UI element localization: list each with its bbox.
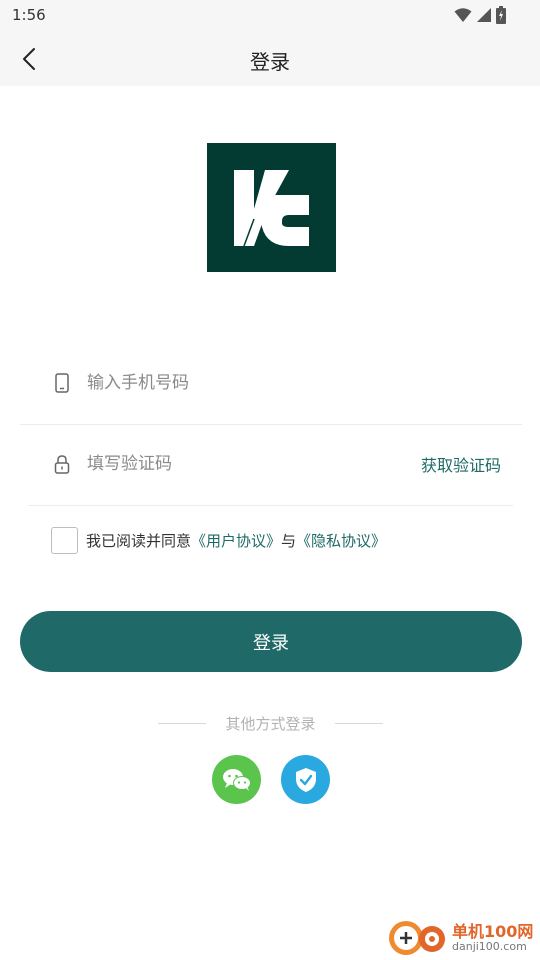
site-watermark: 单机100网 danji100.com xyxy=(386,916,536,958)
wechat-icon xyxy=(222,768,251,791)
other-login-label: 其他方式登录 xyxy=(225,714,316,733)
verification-code-input[interactable] xyxy=(87,449,387,479)
watermark-logo-icon xyxy=(389,921,445,955)
get-code-button[interactable]: 获取验证码 xyxy=(421,452,501,476)
status-time: 1:56 xyxy=(12,6,46,24)
wechat-login-button[interactable] xyxy=(212,755,261,804)
login-button[interactable]: 登录 xyxy=(20,611,522,672)
shield-login-button[interactable] xyxy=(281,755,330,804)
app-logo xyxy=(207,143,336,272)
status-bar: 1:56 xyxy=(0,0,540,32)
signal-icon xyxy=(477,8,491,22)
agreement-checkbox[interactable] xyxy=(51,527,78,554)
other-login-divider: 其他方式登录 xyxy=(158,712,383,734)
agreement-conjunction: 与 xyxy=(281,532,297,550)
divider-line-left xyxy=(158,722,206,724)
shield-check-icon xyxy=(295,767,316,792)
status-icons xyxy=(454,6,506,24)
battery-icon xyxy=(496,6,506,24)
wifi-icon xyxy=(454,8,472,22)
privacy-policy-link[interactable]: 《隐私协议》 xyxy=(296,530,386,551)
phone-icon xyxy=(55,373,69,393)
agreement-prefix: 我已阅读并同意 xyxy=(86,532,192,550)
page-title: 登录 xyxy=(250,50,290,74)
phone-field-row xyxy=(20,344,522,425)
divider-line-right xyxy=(334,722,383,724)
agreement-row: 我已阅读并同意 《用户协议》 与 《隐私协议》 xyxy=(51,527,386,554)
app-bar: 登录 xyxy=(0,32,540,86)
kc-logo-icon xyxy=(207,143,336,272)
watermark-title: 单机100网 xyxy=(452,922,534,941)
user-agreement-link[interactable]: 《用户协议》 xyxy=(191,530,281,551)
watermark-url: danji100.com xyxy=(452,940,527,953)
login-screen: 1:56 登录 输入手机号码 填写验证码 获取验证码 我已阅读并同意 《用户协议… xyxy=(0,0,540,960)
phone-input[interactable] xyxy=(87,368,487,398)
lock-icon xyxy=(54,455,70,474)
code-field-row: 获取验证码 xyxy=(28,425,513,506)
